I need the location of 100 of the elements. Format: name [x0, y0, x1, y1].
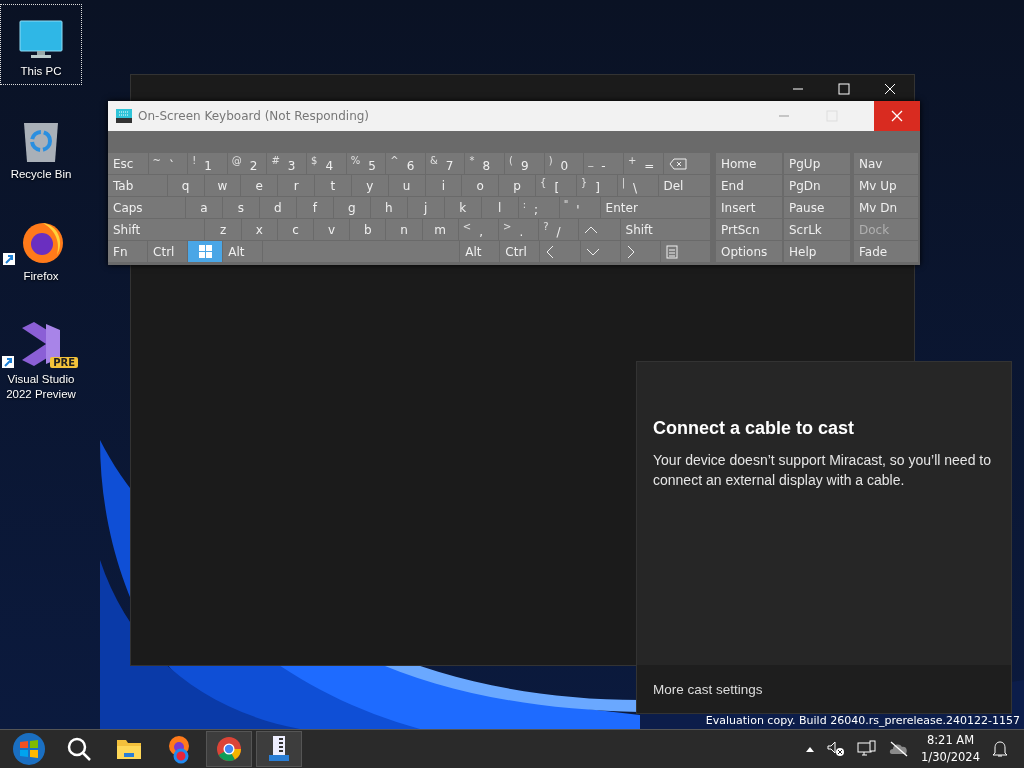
key[interactable]: m	[422, 219, 458, 240]
key[interactable]: Help	[784, 241, 850, 262]
key[interactable]: Mv Up	[854, 175, 918, 196]
key[interactable]: Fade	[854, 241, 918, 262]
key[interactable]: ? /	[539, 219, 579, 240]
keyboard-app-button[interactable]	[256, 731, 302, 767]
key[interactable]: Caps	[108, 197, 185, 218]
icon-label: Visual Studio 2022 Preview	[5, 371, 77, 403]
key[interactable]: @ 2	[227, 153, 267, 174]
cloud-off-icon[interactable]	[889, 741, 910, 757]
close-icon[interactable]	[884, 83, 896, 95]
key[interactable]: Home	[716, 153, 782, 174]
key[interactable]: d	[259, 197, 296, 218]
key[interactable]: Enter	[600, 197, 710, 218]
key[interactable]: ! 1	[188, 153, 227, 174]
key[interactable]: Alt	[223, 241, 263, 262]
key[interactable]: Pause	[784, 197, 850, 218]
key[interactable]: Mv Dn	[854, 197, 918, 218]
windows-key[interactable]	[188, 241, 223, 262]
key[interactable]: { [	[536, 175, 576, 196]
key[interactable]: n	[386, 219, 422, 240]
key[interactable]: } ]	[576, 175, 617, 196]
monitor-icon	[19, 20, 63, 60]
key[interactable]: Ctrl	[500, 241, 540, 262]
key[interactable]: Tab	[108, 175, 167, 196]
muted-speaker-icon[interactable]	[827, 741, 846, 757]
key[interactable]: ( 9	[505, 153, 544, 174]
key[interactable]: s	[222, 197, 259, 218]
desktop-icon[interactable]: Recycle Bin	[0, 106, 82, 188]
key[interactable]: r	[278, 175, 315, 196]
show-hidden-icons-icon[interactable]	[805, 745, 816, 753]
desktop-icon[interactable]: PRE Visual Studio 2022 Preview	[0, 311, 82, 408]
menu-key[interactable]	[660, 241, 711, 262]
key[interactable]: End	[716, 175, 782, 196]
panel-message: Your device doesn’t support Miracast, so you’ll need to connect an external display with a cable.	[653, 451, 992, 490]
maximize-icon[interactable]	[838, 83, 850, 95]
key[interactable]: a	[185, 197, 222, 218]
key[interactable]: Shift	[620, 219, 710, 240]
key[interactable]: f	[296, 197, 333, 218]
key[interactable]: _ -	[584, 153, 623, 174]
key[interactable]: e	[241, 175, 278, 196]
icon-label: This PC	[20, 64, 62, 79]
key[interactable]: ~ `	[148, 153, 188, 174]
clock[interactable]: 8:21 AM 1/30/2024	[921, 732, 980, 766]
backspace-key[interactable]	[663, 153, 711, 174]
key[interactable]: ^ 6	[386, 153, 425, 174]
desktop-icon[interactable]: This PC	[0, 4, 82, 85]
cast-settings-link[interactable]: More cast settings	[653, 681, 763, 697]
key[interactable]: i	[425, 175, 462, 196]
key[interactable]: > .	[499, 219, 539, 240]
notification-bell-icon[interactable]	[992, 740, 1008, 758]
key[interactable]: Del	[658, 175, 711, 196]
key[interactable]: q	[167, 175, 204, 196]
key[interactable]: ) 0	[544, 153, 584, 174]
key[interactable]: Esc	[108, 153, 148, 174]
key[interactable]: y	[351, 175, 388, 196]
search-icon	[66, 736, 92, 762]
key[interactable]: z	[205, 219, 241, 240]
key[interactable]: t	[315, 175, 351, 196]
key[interactable]: Alt	[460, 241, 500, 262]
chrome-button[interactable]	[206, 731, 252, 767]
key[interactable]: o	[462, 175, 499, 196]
icon-label: Firefox	[23, 269, 59, 285]
key[interactable]: " '	[559, 197, 600, 218]
key[interactable]: w	[204, 175, 241, 196]
key[interactable]: Nav	[854, 153, 918, 174]
key[interactable]: $ 4	[307, 153, 346, 174]
key[interactable]: j	[407, 197, 444, 218]
key[interactable]: u	[388, 175, 425, 196]
key[interactable]: * 8	[465, 153, 505, 174]
key[interactable]: Ctrl	[148, 241, 188, 262]
network-icon[interactable]	[857, 740, 878, 758]
key[interactable]: ScrLk	[784, 219, 850, 240]
key[interactable]: | \	[617, 175, 658, 196]
key[interactable]: l	[481, 197, 518, 218]
key[interactable]: x	[241, 219, 277, 240]
chevron-down-icon	[585, 246, 600, 257]
key[interactable]: PgUp	[784, 153, 850, 174]
key[interactable]: + =	[623, 153, 663, 174]
chevron-right-icon	[625, 244, 636, 259]
key[interactable]: g	[333, 197, 370, 218]
key[interactable]: Insert	[716, 197, 782, 218]
key[interactable]: k	[444, 197, 481, 218]
key[interactable]: : ;	[518, 197, 559, 218]
key[interactable]: Options	[716, 241, 782, 262]
key[interactable]: Fn	[108, 241, 148, 262]
folder-icon	[116, 737, 142, 761]
key[interactable]: PgDn	[784, 175, 850, 196]
key[interactable]: PrtScn	[716, 219, 782, 240]
key[interactable]: # 3	[267, 153, 307, 174]
key[interactable]: Shift	[108, 219, 205, 240]
key[interactable]: v	[314, 219, 350, 240]
key[interactable]: < ,	[458, 219, 498, 240]
key[interactable]: % 5	[346, 153, 386, 174]
key[interactable]: h	[370, 197, 407, 218]
key[interactable]: & 7	[425, 153, 465, 174]
key[interactable]: p	[499, 175, 535, 196]
key[interactable]: b	[350, 219, 386, 240]
key[interactable]: c	[277, 219, 314, 240]
desktop-icon[interactable]: Firefox	[0, 209, 82, 290]
